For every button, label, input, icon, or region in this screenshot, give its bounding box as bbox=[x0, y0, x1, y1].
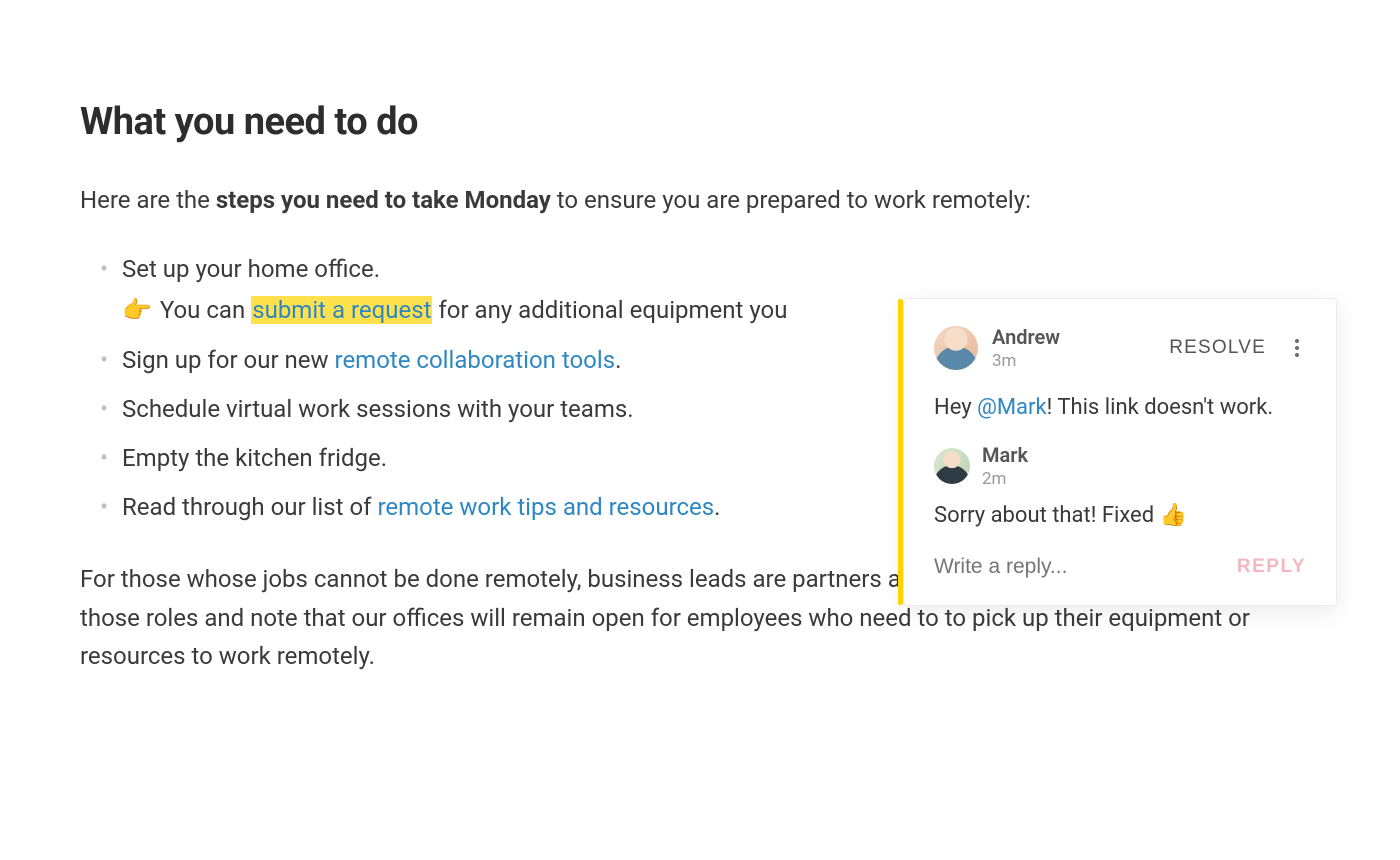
comment-1-body: Hey @Mark! This link doesn't work. bbox=[934, 391, 1306, 425]
avatar-andrew bbox=[934, 326, 978, 370]
comment-2-time: 2m bbox=[982, 469, 1028, 489]
more-options-icon[interactable] bbox=[1288, 336, 1306, 360]
comment-1: Andrew 3m RESOLVE Hey @Mark! This link d… bbox=[904, 299, 1336, 435]
mention-mark[interactable]: @Mark bbox=[977, 395, 1047, 420]
remote-tips-link[interactable]: remote work tips and resources bbox=[377, 493, 714, 521]
intro-bold: steps you need to take Monday bbox=[216, 186, 551, 214]
reply-button[interactable]: REPLY bbox=[1237, 556, 1306, 578]
step-5-pre: Read through our list of bbox=[122, 493, 377, 521]
step-2-post: . bbox=[615, 346, 621, 374]
resolve-button[interactable]: RESOLVE bbox=[1169, 337, 1266, 359]
pointer-emoji-icon: 👉 bbox=[122, 292, 152, 329]
comment-1-header: Andrew 3m RESOLVE bbox=[934, 325, 1306, 371]
reply-input[interactable] bbox=[934, 555, 1237, 579]
comment-2-header: Mark 2m bbox=[934, 443, 1306, 489]
intro-post: to ensure you are prepared to work remot… bbox=[551, 186, 1031, 214]
intro-pre: Here are the bbox=[80, 186, 216, 214]
comment-thread-panel: Andrew 3m RESOLVE Hey @Mark! This link d… bbox=[903, 298, 1337, 606]
comment-1-author: Andrew bbox=[992, 325, 1060, 349]
step-5-post: . bbox=[714, 493, 720, 521]
comment-2-author: Mark bbox=[982, 443, 1028, 467]
highlighted-text: submit a request bbox=[251, 296, 432, 324]
comment-1-body-pre: Hey bbox=[934, 395, 977, 420]
step-1-sub-post: for any additional equipment you bbox=[432, 296, 787, 324]
intro-paragraph: Here are the steps you need to take Mond… bbox=[80, 182, 1320, 219]
step-1-sub-pre: You can bbox=[154, 296, 251, 324]
comment-1-meta: Andrew 3m bbox=[992, 325, 1060, 371]
document-body: What you need to do Here are the steps y… bbox=[0, 0, 1400, 675]
comment-2-body: Sorry about that! Fixed 👍 bbox=[934, 499, 1306, 533]
comment-2: Mark 2m Sorry about that! Fixed 👍 bbox=[904, 435, 1336, 537]
avatar-mark bbox=[934, 448, 970, 484]
comment-1-body-post: ! This link doesn't work. bbox=[1047, 395, 1274, 420]
collab-tools-link[interactable]: remote collaboration tools bbox=[335, 346, 616, 374]
section-heading: What you need to do bbox=[80, 100, 1320, 144]
submit-request-link[interactable]: submit a request bbox=[252, 296, 431, 324]
reply-row: REPLY bbox=[904, 537, 1336, 605]
comment-1-time: 3m bbox=[992, 351, 1060, 371]
selection-indicator bbox=[898, 299, 903, 605]
step-2-pre: Sign up for our new bbox=[122, 346, 335, 374]
comment-2-meta: Mark 2m bbox=[982, 443, 1028, 489]
comment-actions: RESOLVE bbox=[1169, 336, 1306, 360]
step-1-text: Set up your home office. bbox=[122, 255, 380, 283]
